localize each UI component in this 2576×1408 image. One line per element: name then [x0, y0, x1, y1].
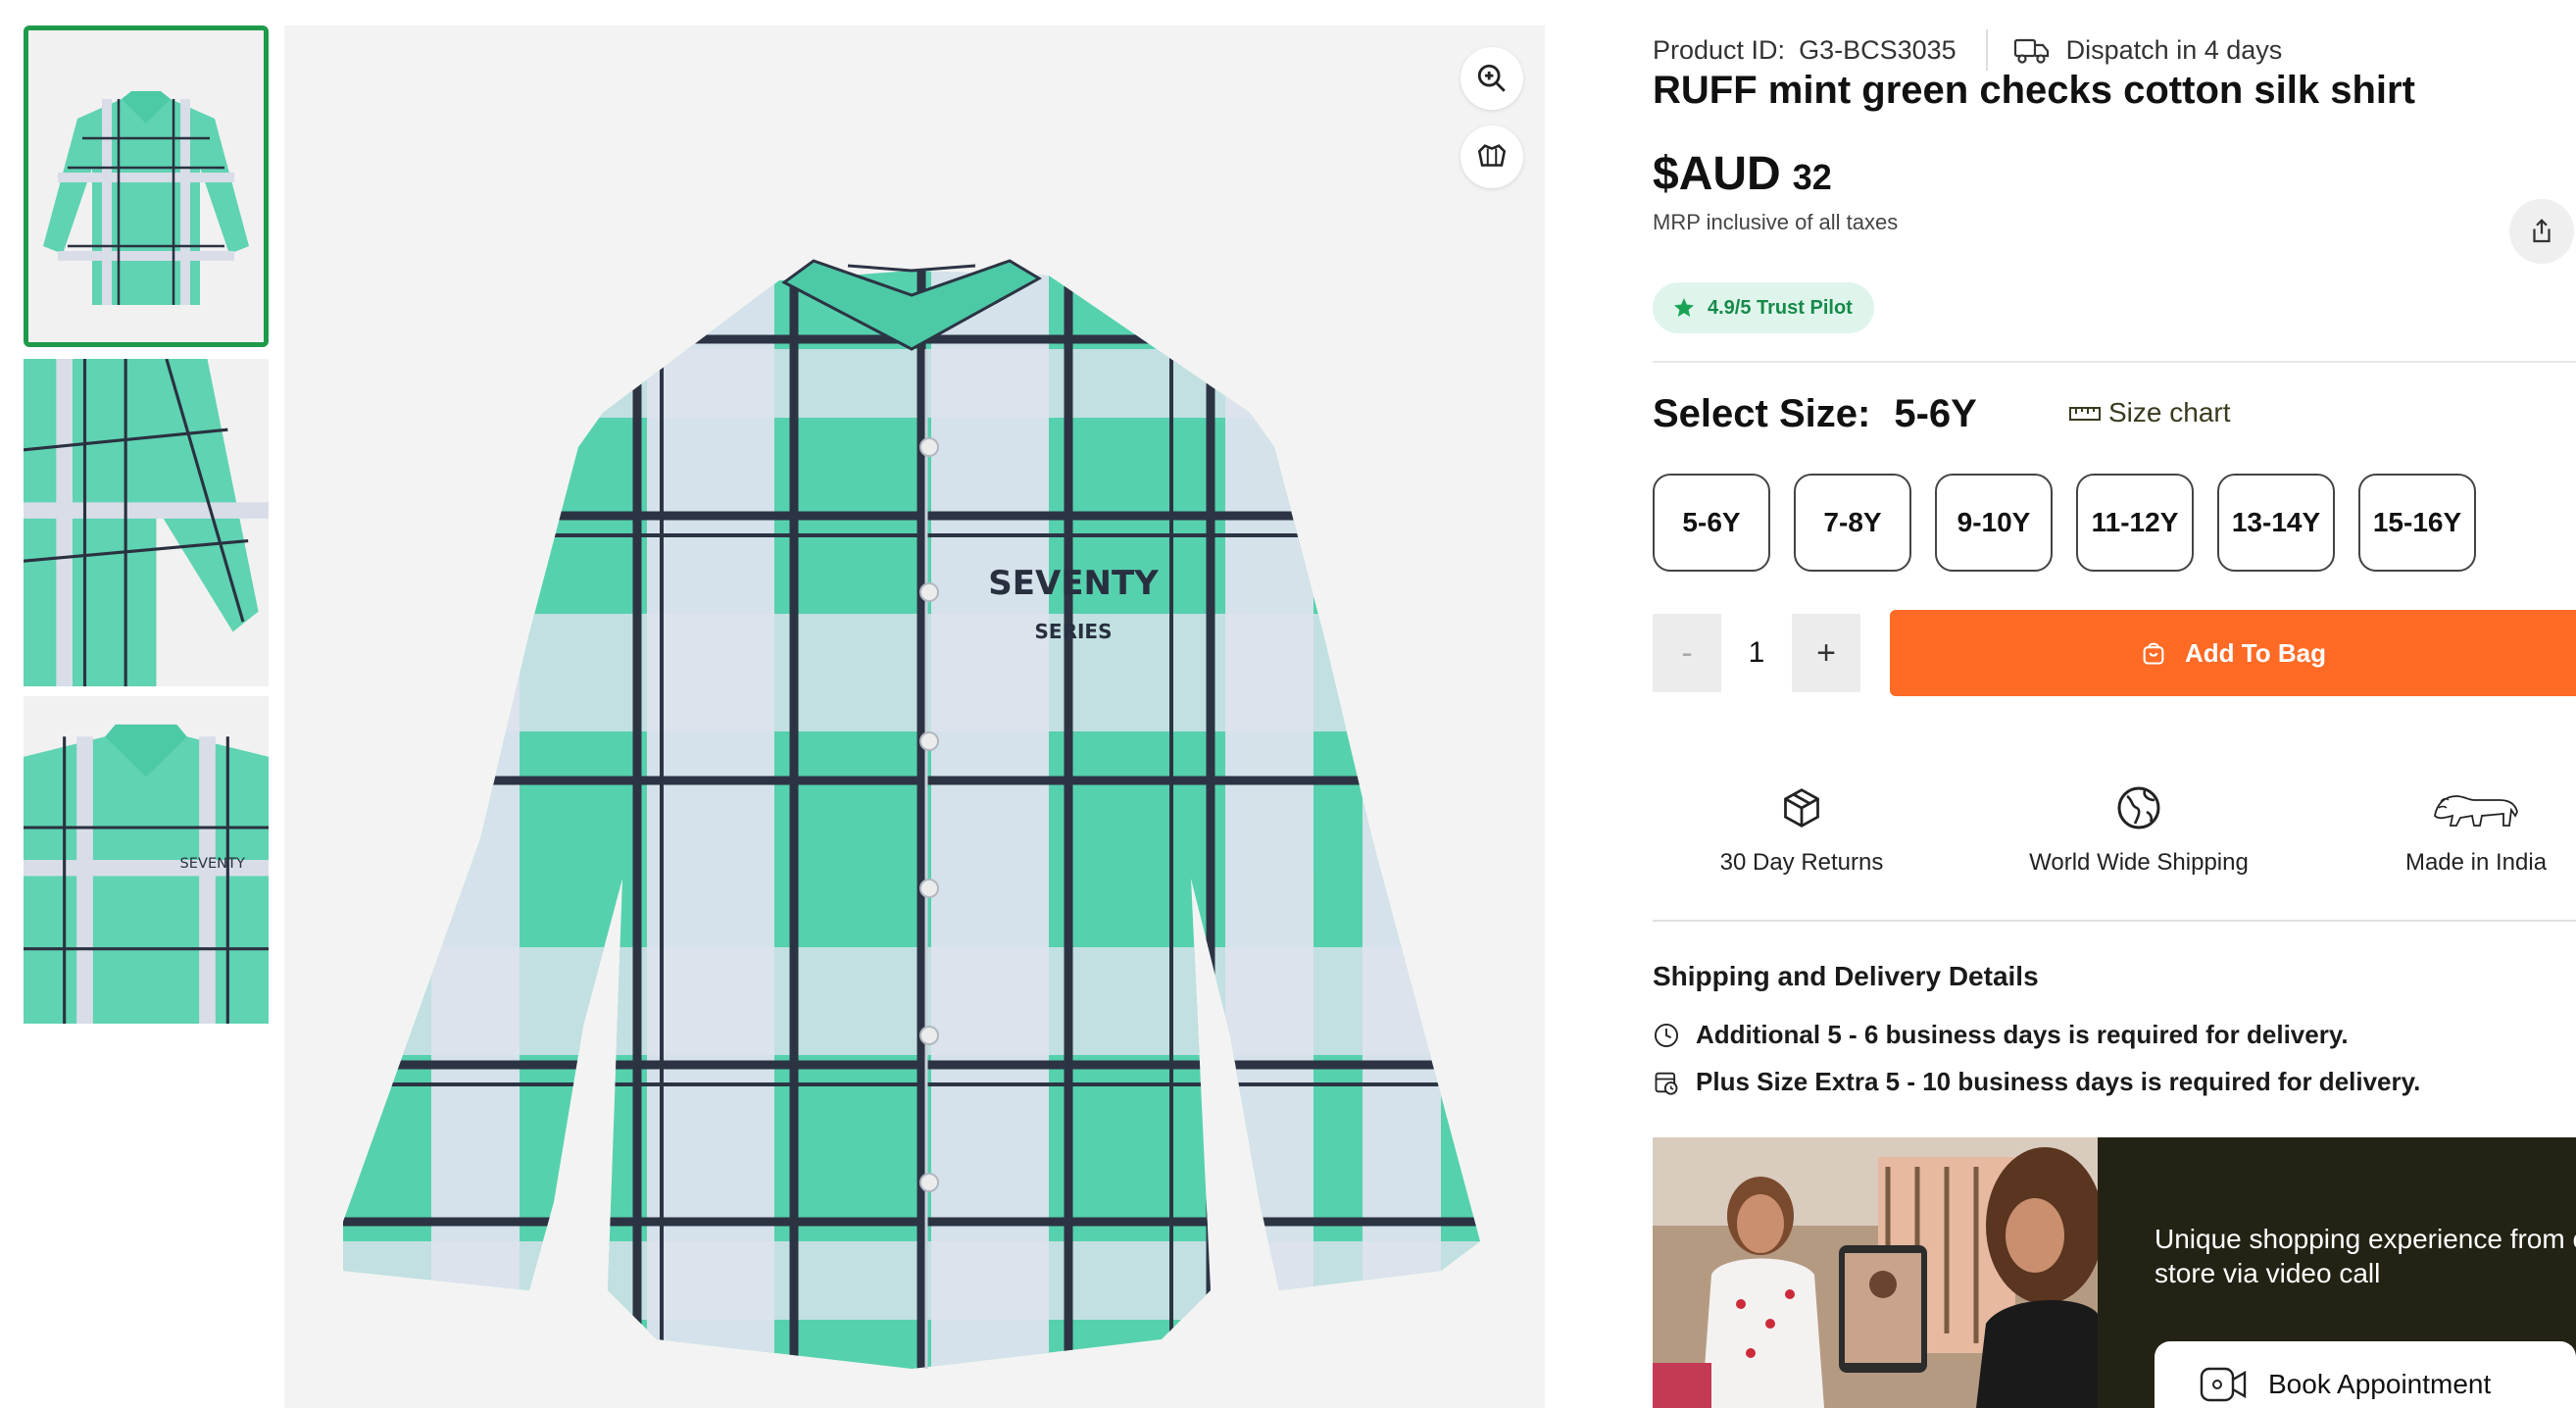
size-chart-label: Size chart [2108, 397, 2231, 427]
video-call-banner: Unique shopping experience from o store … [1653, 1137, 2576, 1408]
size-options: 5-6Y 7-8Y 9-10Y 11-12Y 13-14Y 15-16Y [1653, 474, 2476, 572]
svg-text:SEVENTY: SEVENTY [180, 856, 245, 872]
select-size-label: Select Size: [1653, 392, 1871, 435]
divider [1653, 920, 2576, 922]
shipping-line-plus-size: Plus Size Extra 5 - 10 business days is … [1653, 1067, 2420, 1097]
shipping-line-standard: Additional 5 - 6 business days is requir… [1653, 1020, 2349, 1050]
product-id-value: G3-BCS3035 [1799, 34, 1957, 65]
zoom-button[interactable] [1461, 47, 1523, 110]
size-option-7-8y[interactable]: 7-8Y [1794, 474, 1911, 572]
size-chart-link[interactable]: Size chart [2069, 397, 2231, 428]
thumbnail-sleeve[interactable] [24, 359, 269, 686]
star-icon [1674, 298, 1694, 317]
banner-message-line-1: Unique shopping experience from o [2155, 1224, 2576, 1254]
size-heading: Select Size: 5-6Y [1653, 392, 1977, 436]
shipping-line-2-text: Plus Size Extra 5 - 10 business days is … [1696, 1067, 2421, 1096]
ruler-icon [2069, 407, 2101, 421]
product-main-image[interactable]: SEVENTY SERIES [284, 25, 1545, 1408]
price-amount: 32 [1792, 157, 1832, 197]
store-photo [1653, 1137, 2098, 1408]
feature-made-in-india: Made in India [2329, 780, 2576, 877]
shipping-line-1-text: Additional 5 - 6 business days is requir… [1696, 1020, 2349, 1049]
feature-returns: 30 Day Returns [1655, 780, 1949, 877]
divider [1653, 361, 2576, 363]
virtual-try-on-button[interactable] [1461, 126, 1523, 188]
dispatch-info: Dispatch in 4 days [2013, 34, 2283, 66]
size-option-15-16y[interactable]: 15-16Y [2358, 474, 2476, 572]
product-meta-row: Product ID: G3-BCS3035 Dispatch in 4 day… [1653, 29, 2282, 71]
feature-returns-label: 30 Day Returns [1719, 849, 1884, 876]
zoom-in-icon [1477, 64, 1506, 92]
banner-message-line-2: store via video call [2155, 1258, 2381, 1288]
product-features: 30 Day Returns World Wide Shipping Made … [1653, 780, 2576, 888]
shirt-outline-icon [1477, 144, 1507, 167]
book-appointment-label: Book Appointment [2268, 1369, 2492, 1399]
trust-pilot-badge[interactable]: 4.9/5 Trust Pilot [1653, 282, 1874, 333]
video-call-icon [2200, 1367, 2247, 1402]
delivery-truck-icon [2013, 38, 2049, 64]
calendar-clock-icon [1655, 1072, 1678, 1095]
thumbnail-detail[interactable]: SEVENTY [24, 696, 269, 1024]
quantity-stepper: - 1 + [1653, 614, 1860, 692]
shirt-illustration: SEVENTY SERIES [343, 259, 1480, 1369]
globe-icon [2117, 786, 2160, 830]
trust-rating-text: 4.9/5 Trust Pilot [1708, 296, 1853, 319]
size-option-9-10y[interactable]: 9-10Y [1935, 474, 2053, 572]
share-button[interactable] [2509, 199, 2574, 264]
quantity-increase-button[interactable]: + [1792, 614, 1860, 692]
product-title: RUFF mint green checks cotton silk shirt [1653, 69, 2415, 112]
quantity-decrease-button[interactable]: - [1653, 614, 1721, 692]
shopping-bag-icon [2143, 642, 2164, 665]
box-icon [1784, 788, 1819, 828]
selected-size: 5-6Y [1894, 392, 1977, 435]
size-option-13-14y[interactable]: 13-14Y [2217, 474, 2335, 572]
feature-shipping-label: World Wide Shipping [2029, 849, 2249, 876]
product-price: $AUD 32 [1653, 147, 1832, 201]
shipping-title: Shipping and Delivery Details [1653, 961, 2039, 991]
feature-made-in-india-label: Made in India [2404, 849, 2548, 876]
dispatch-text: Dispatch in 4 days [2065, 34, 2283, 65]
svg-text:SERIES: SERIES [1035, 620, 1113, 643]
book-appointment-button[interactable]: Book Appointment [2155, 1341, 2576, 1408]
size-option-11-12y[interactable]: 11-12Y [2076, 474, 2194, 572]
add-to-bag-label: Add To Bag [2185, 637, 2326, 668]
product-id-label: Product ID: [1653, 34, 1786, 65]
size-option-5-6y[interactable]: 5-6Y [1653, 474, 1770, 572]
add-to-bag-button[interactable]: Add To Bag [1890, 610, 2576, 696]
feature-shipping: World Wide Shipping [1992, 780, 2286, 877]
mrp-note: MRP inclusive of all taxes [1653, 210, 1899, 234]
share-icon [2533, 219, 2551, 243]
lion-icon [2434, 795, 2518, 827]
svg-text:SEVENTY: SEVENTY [988, 564, 1159, 603]
product-info-panel: Product ID: G3-BCS3035 Dispatch in 4 day… [1653, 0, 2576, 1408]
thumbnail-front[interactable] [24, 25, 269, 347]
price-currency: $AUD [1653, 148, 1781, 200]
meta-divider [1985, 29, 1988, 71]
banner-message: Unique shopping experience from o store … [2155, 1222, 2576, 1290]
clock-icon [1654, 1023, 1679, 1047]
quantity-value[interactable]: 1 [1721, 636, 1792, 670]
